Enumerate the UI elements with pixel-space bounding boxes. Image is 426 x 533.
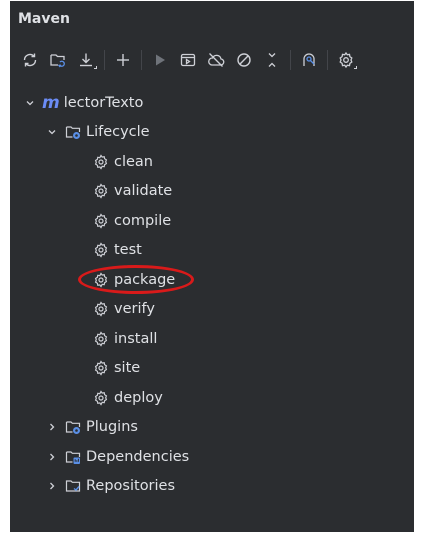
chevron-right-icon[interactable]: [46, 421, 58, 433]
gear-icon: [92, 182, 110, 200]
tool-window-title: Maven: [18, 11, 70, 27]
gear-icon: [92, 389, 110, 407]
maven-settings-button[interactable]: [334, 48, 358, 72]
lifecycle-goal-site[interactable]: site: [10, 354, 414, 384]
tree-node-dependencies[interactable]: Dependencies: [10, 442, 414, 472]
tree-node-repositories[interactable]: Repositories: [10, 472, 414, 502]
lifecycle-goal-package[interactable]: package: [10, 265, 414, 295]
chevron-right-icon[interactable]: [46, 480, 58, 492]
analyze-dependencies-button[interactable]: [297, 48, 321, 72]
lifecycle-folder-icon: [64, 123, 82, 141]
dependencies-label: Dependencies: [86, 448, 190, 465]
project-name: lectorTexto: [63, 94, 144, 111]
download-sources-button[interactable]: [74, 48, 98, 72]
skip-tests-icon: [237, 53, 251, 67]
repositories-folder-icon: [64, 477, 82, 495]
collapse-all-button[interactable]: [260, 48, 284, 72]
toolbar-separator: [327, 50, 328, 70]
goal-label: site: [114, 360, 141, 377]
analyze-dependencies-icon: [303, 53, 315, 66]
gear-icon: [92, 359, 110, 377]
chevron-down-icon[interactable]: [24, 97, 36, 109]
maven-project-icon: m: [42, 92, 60, 113]
collapse-all-icon: [268, 53, 276, 67]
dropdown-indicator: [94, 66, 97, 69]
lifecycle-goal-compile[interactable]: compile: [10, 206, 414, 236]
plugins-label: Plugins: [86, 419, 138, 436]
goal-label: compile: [114, 212, 172, 229]
chevron-right-icon[interactable]: [46, 451, 58, 463]
gear-icon: [92, 212, 110, 230]
tool-window-header: Maven: [10, 0, 414, 38]
settings-icon: [339, 51, 353, 69]
lifecycle-goal-test[interactable]: test: [10, 236, 414, 266]
run-maven-build-button[interactable]: [148, 48, 172, 72]
goal-label: deploy: [114, 389, 163, 406]
maven-projects-tree: m lectorTexto Lifecycle clean validate com…: [10, 82, 414, 501]
lifecycle-goal-clean[interactable]: clean: [10, 147, 414, 177]
goal-label: install: [114, 330, 158, 347]
dropdown-indicator: [354, 66, 357, 69]
lifecycle-goal-install[interactable]: install: [10, 324, 414, 354]
goal-label: test: [114, 242, 142, 259]
generate-sources-button[interactable]: [46, 48, 70, 72]
gear-icon: [92, 300, 110, 318]
lifecycle-goal-validate[interactable]: validate: [10, 177, 414, 207]
goal-label: validate: [114, 183, 173, 200]
reload-button[interactable]: [18, 48, 42, 72]
maven-toolbar: [10, 38, 414, 82]
toggle-skip-tests-button[interactable]: [232, 48, 256, 72]
execute-maven-goal-button[interactable]: [176, 48, 200, 72]
toolbar-separator: [141, 50, 142, 70]
gear-icon: [92, 153, 110, 171]
lifecycle-label: Lifecycle: [86, 124, 150, 141]
plugins-folder-icon: [64, 418, 82, 436]
lifecycle-goal-verify[interactable]: verify: [10, 295, 414, 325]
gear-icon: [92, 241, 110, 259]
lifecycle-goal-deploy[interactable]: deploy: [10, 383, 414, 413]
download-icon: [80, 53, 92, 67]
add-maven-project-button[interactable]: [111, 48, 135, 72]
run-icon: [156, 54, 165, 66]
tree-node-project[interactable]: m lectorTexto: [10, 88, 414, 118]
generate-sources-icon: [50, 54, 65, 68]
maven-tool-window: Maven m lectorTexto Lifecycle clean vali…: [10, 0, 414, 533]
toolbar-separator: [290, 50, 291, 70]
toolbar-separator: [104, 50, 105, 70]
repositories-label: Repositories: [86, 478, 176, 495]
execute-goal-icon: [180, 53, 196, 67]
tree-node-lifecycle[interactable]: Lifecycle: [10, 118, 414, 148]
toggle-offline-mode-button[interactable]: [204, 48, 228, 72]
goal-label: package: [114, 271, 176, 288]
dependencies-folder-icon: [64, 448, 82, 466]
add-icon: [117, 54, 129, 66]
gear-icon: [92, 271, 110, 289]
gear-icon: [92, 330, 110, 348]
offline-icon: [208, 53, 225, 67]
chevron-down-icon[interactable]: [46, 126, 58, 138]
reload-icon: [23, 53, 37, 67]
goal-label: clean: [114, 153, 153, 170]
goal-label: verify: [114, 301, 155, 318]
tree-node-plugins[interactable]: Plugins: [10, 413, 414, 443]
